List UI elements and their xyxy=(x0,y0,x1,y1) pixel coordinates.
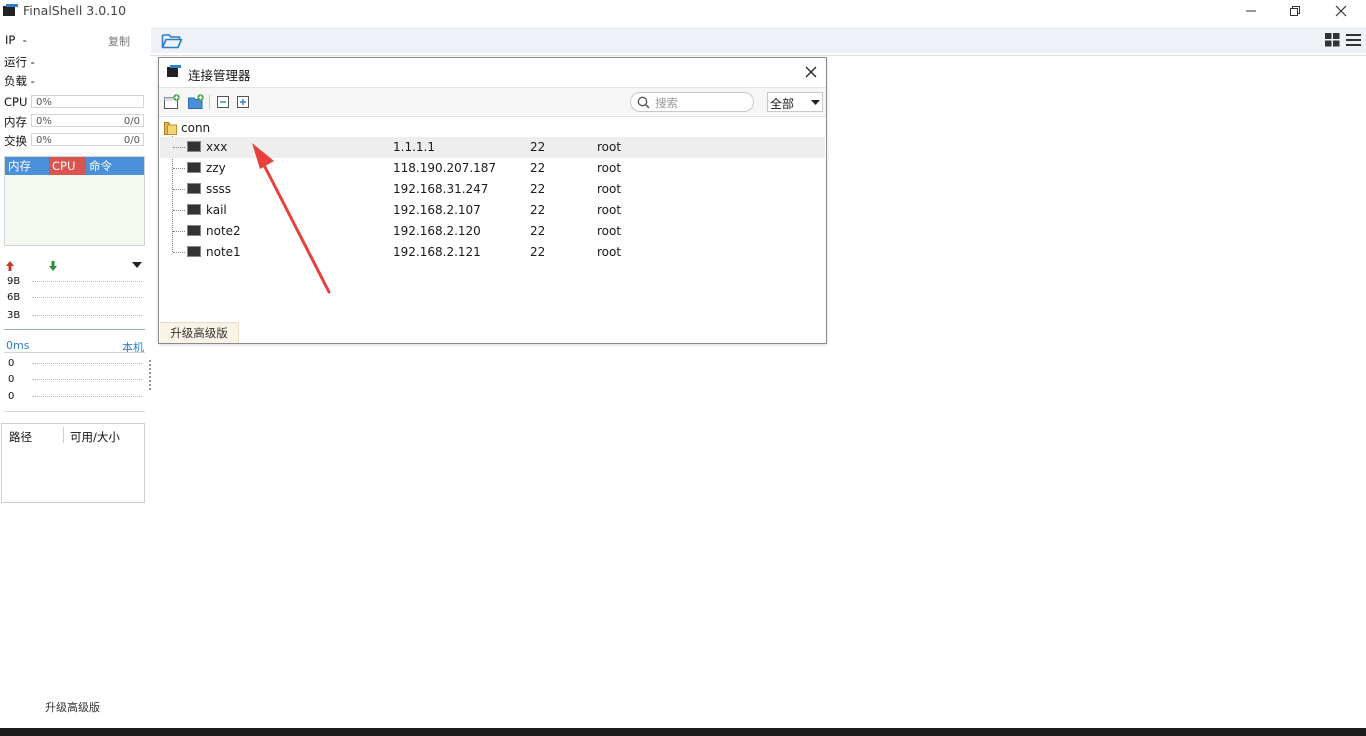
tab-command[interactable]: 命令 xyxy=(86,157,144,175)
connection-port: 22 xyxy=(530,224,546,238)
connection-name: zzy xyxy=(206,161,226,175)
latency-tick: 0 xyxy=(8,391,15,402)
disk-table: 路径 可用/大小 xyxy=(1,423,145,503)
connection-user: root xyxy=(597,182,622,196)
disk-path-header: 路径 xyxy=(9,430,32,444)
search-field[interactable]: 搜索 xyxy=(630,92,754,112)
connection-host: 1.1.1.1 xyxy=(393,140,435,154)
terminal-icon xyxy=(187,141,201,152)
mem-label: 内存 xyxy=(4,115,27,129)
search-icon xyxy=(637,96,650,109)
latency-label: 0ms xyxy=(6,339,30,352)
connection-name: note1 xyxy=(206,245,241,259)
connection-user: root xyxy=(597,140,622,154)
upgrade-button[interactable]: 升级高级版 xyxy=(160,322,239,343)
close-icon xyxy=(1335,5,1347,17)
app-icon xyxy=(167,65,181,77)
copy-ip-button[interactable]: 复制 xyxy=(108,33,130,49)
connection-host: 118.190.207.187 xyxy=(393,161,497,175)
connection-user: root xyxy=(597,224,622,238)
annotation-arrow xyxy=(252,143,331,294)
restore-icon xyxy=(1290,6,1300,16)
terminal-icon xyxy=(187,246,201,257)
tab-memory[interactable]: 内存 xyxy=(5,157,49,175)
monitor-panel: IP - 复制 运行 - 负载 - CPU 0% 内存 0% 0/0 交换 0%… xyxy=(0,22,150,728)
cpu-bar: 0% xyxy=(31,95,144,108)
new-connection-icon[interactable] xyxy=(164,94,180,110)
latency-graph: 0 0 0 xyxy=(4,352,145,412)
title-bar: FinalShell 3.0.10 xyxy=(0,0,1366,22)
upload-arrow-icon xyxy=(6,261,14,271)
search-placeholder: 搜索 xyxy=(655,96,678,110)
net-tick: 3B xyxy=(7,310,21,321)
connection-port: 22 xyxy=(530,203,546,217)
expand-all-icon[interactable] xyxy=(235,94,251,110)
connection-name: xxx xyxy=(206,140,228,154)
folder-icon xyxy=(164,122,177,135)
app-icon xyxy=(3,4,18,16)
dialog-toolbar: 搜索 全部 xyxy=(159,87,826,117)
new-folder-icon[interactable] xyxy=(188,94,204,110)
connection-host: 192.168.2.107 xyxy=(393,203,481,217)
connection-name: note2 xyxy=(206,224,241,238)
connection-user: root xyxy=(597,203,622,217)
menu-icon[interactable] xyxy=(1346,33,1361,47)
panel-splitter-handle[interactable] xyxy=(149,360,153,390)
dialog-title-bar: 连接管理器 xyxy=(159,58,826,87)
connection-user: root xyxy=(597,161,622,175)
upgrade-link[interactable]: 升级高级版 xyxy=(45,699,100,715)
connection-user: root xyxy=(597,245,622,259)
chevron-down-icon xyxy=(811,100,820,105)
connection-host: 192.168.2.120 xyxy=(393,224,481,238)
connection-name: ssss xyxy=(206,182,232,196)
collapse-all-icon[interactable] xyxy=(215,94,231,110)
filter-dropdown[interactable]: 全部 xyxy=(767,92,823,112)
dialog-title: 连接管理器 xyxy=(188,68,251,83)
mem-bar: 0% 0/0 xyxy=(31,114,144,127)
close-icon[interactable] xyxy=(805,66,817,78)
restore-button[interactable] xyxy=(1272,0,1318,22)
grid-view-icon[interactable] xyxy=(1325,33,1340,47)
net-tick: 9B xyxy=(7,276,21,287)
filter-value: 全部 xyxy=(770,97,795,111)
ip-label: IP - xyxy=(5,33,27,47)
folder-name: conn xyxy=(181,121,211,135)
connection-host: 192.168.2.121 xyxy=(393,245,481,259)
uptime-label: 运行 - xyxy=(4,55,35,69)
window-title: FinalShell 3.0.10 xyxy=(23,3,127,18)
connection-host: 192.168.31.247 xyxy=(393,182,489,196)
net-tick: 6B xyxy=(7,292,21,303)
terminal-icon xyxy=(187,162,201,173)
terminal-icon xyxy=(187,183,201,194)
cpu-label: CPU xyxy=(4,95,28,109)
close-window-button[interactable] xyxy=(1318,0,1364,22)
taskbar xyxy=(0,728,1366,736)
terminal-icon xyxy=(187,225,201,236)
connection-port: 22 xyxy=(530,245,546,259)
terminal-icon xyxy=(187,204,201,215)
folder-open-icon[interactable] xyxy=(161,32,183,49)
swap-bar: 0% 0/0 xyxy=(31,133,144,146)
session-tab-strip xyxy=(151,27,1366,53)
download-arrow-icon xyxy=(49,261,57,271)
network-graph: 9B 6B 3B xyxy=(4,274,145,330)
interface-dropdown-icon[interactable] xyxy=(131,260,143,270)
swap-label: 交换 xyxy=(4,134,27,148)
disk-size-header: 可用/大小 xyxy=(70,430,120,444)
connection-port: 22 xyxy=(530,182,546,196)
load-label: 负载 - xyxy=(4,74,35,88)
minimize-icon xyxy=(1246,10,1256,12)
latency-tick: 0 xyxy=(8,358,15,369)
connection-name: kail xyxy=(206,203,227,217)
latency-tick: 0 xyxy=(8,374,15,385)
connection-port: 22 xyxy=(530,140,546,154)
connection-port: 22 xyxy=(530,161,546,175)
tab-cpu[interactable]: CPU xyxy=(49,157,86,175)
process-table: 内存 CPU 命令 xyxy=(4,156,145,246)
minimize-button[interactable] xyxy=(1228,0,1274,22)
